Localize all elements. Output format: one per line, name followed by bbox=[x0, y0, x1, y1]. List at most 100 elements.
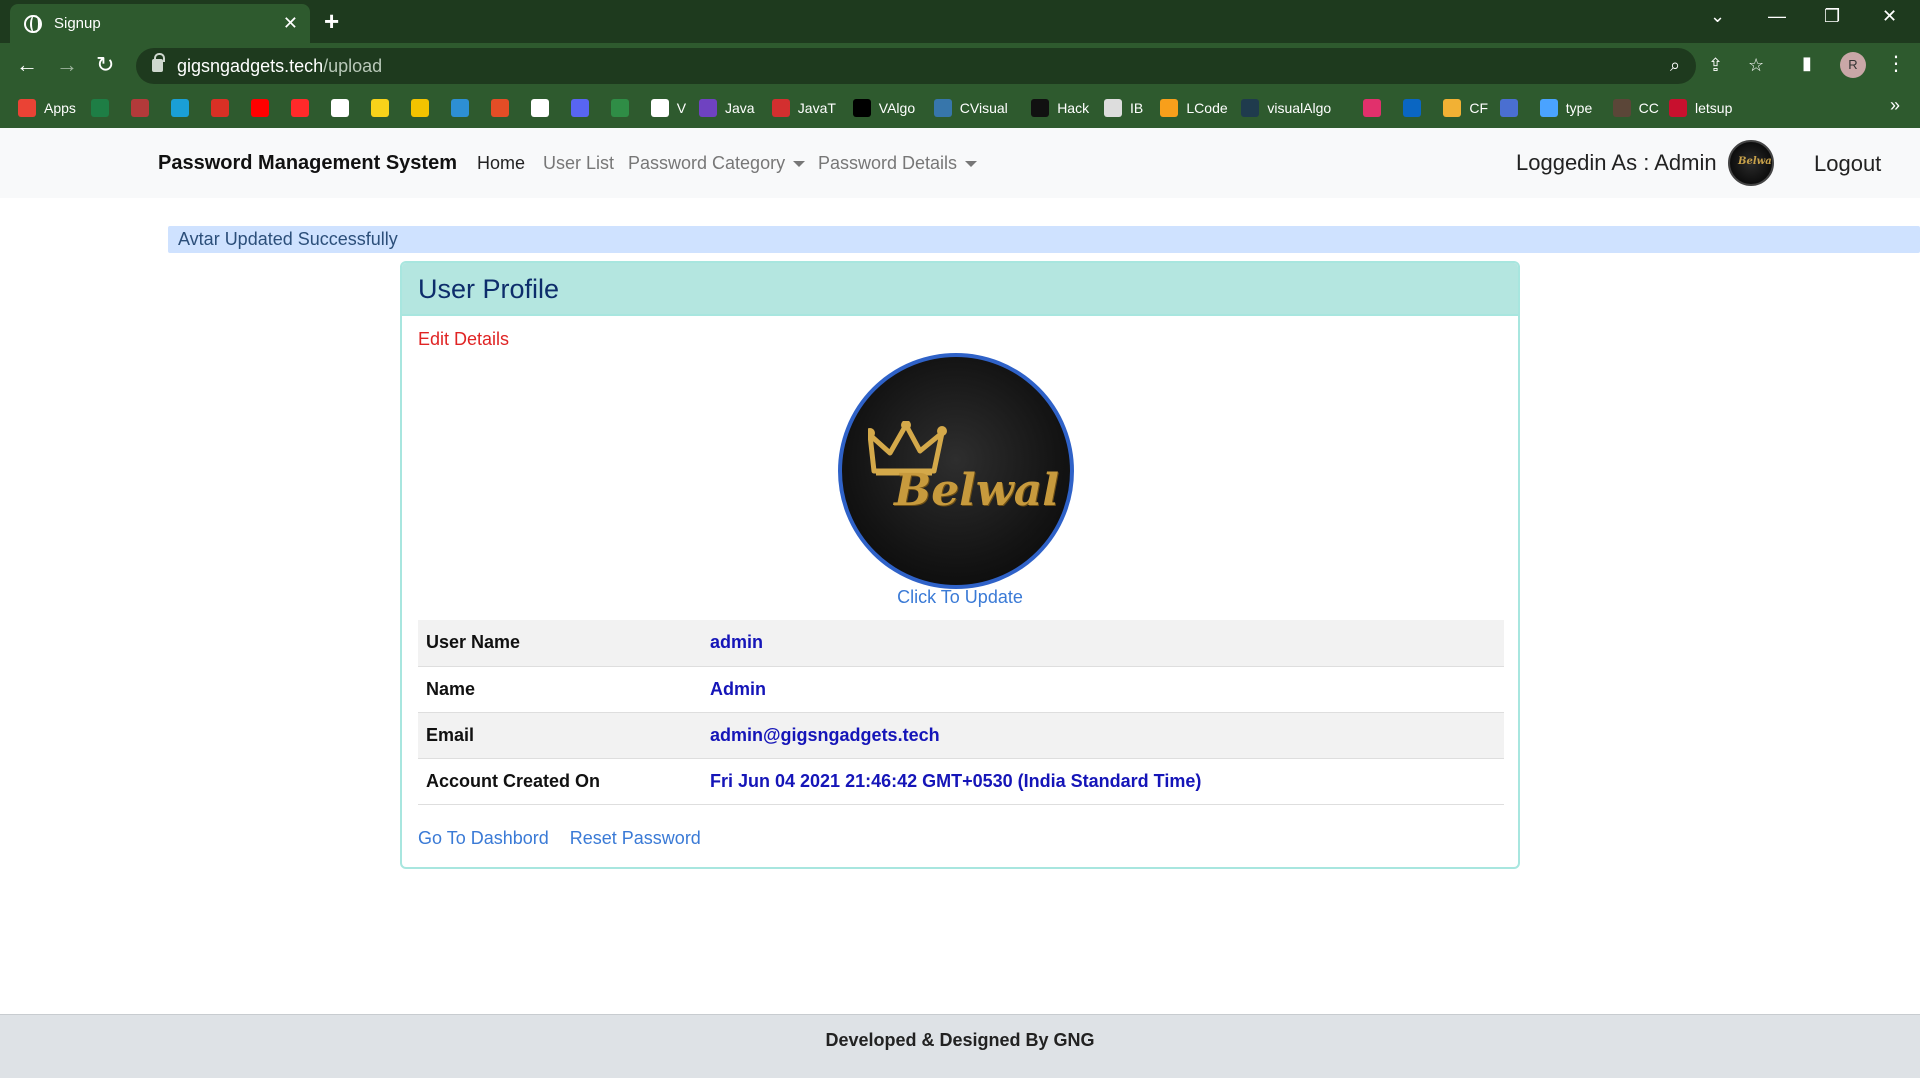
logout-link[interactable]: Logout bbox=[1814, 151, 1881, 177]
hackerrank-icon bbox=[1031, 99, 1050, 117]
bookmark-p-logo[interactable] bbox=[170, 96, 189, 120]
bookmark-valgo[interactable]: VAlgo bbox=[852, 96, 915, 120]
side-panel-icon[interactable]: ▮ bbox=[1802, 53, 1812, 74]
bookmark-label: LCode bbox=[1186, 100, 1228, 116]
bookmark-cf[interactable]: CF bbox=[1443, 96, 1488, 120]
zoom-icon[interactable]: ⌕ bbox=[1670, 55, 1680, 76]
card-footer-links: Go To Dashbord Reset Password bbox=[418, 828, 717, 849]
bookmark-label: CC bbox=[1638, 100, 1659, 116]
codechef-icon bbox=[1612, 99, 1631, 117]
bookmark-lcode[interactable]: LCode bbox=[1160, 96, 1228, 120]
bookmark-flipkart[interactable] bbox=[370, 96, 389, 120]
reset-password-link[interactable]: Reset Password bbox=[570, 828, 701, 848]
bookmark-amazon[interactable] bbox=[330, 96, 349, 120]
card-title: User Profile bbox=[402, 263, 1518, 316]
nav-password-details[interactable]: Password Details bbox=[818, 153, 978, 174]
bookmark-label: V bbox=[676, 100, 687, 116]
close-tab-icon[interactable]: ✕ bbox=[283, 13, 298, 34]
tab-search-icon[interactable]: ⌄ bbox=[1710, 6, 1725, 27]
back-button[interactable]: ← bbox=[16, 52, 38, 78]
bookmark-label: CF bbox=[1469, 100, 1489, 116]
bookmark-link[interactable] bbox=[1499, 96, 1518, 120]
nav-avatar-logo-text: Belwal bbox=[1738, 156, 1774, 167]
bookmark-visualalgo[interactable]: visualAlgo bbox=[1241, 96, 1331, 120]
lock-icon[interactable] bbox=[152, 53, 165, 72]
profile-avatar-image[interactable]: Belwal bbox=[838, 353, 1074, 589]
nav-password-category[interactable]: Password Category bbox=[628, 153, 806, 174]
bookmark-type[interactable]: type bbox=[1539, 96, 1592, 120]
nav-password-category-label: Password Category bbox=[628, 153, 786, 173]
profile-details-table: User Name admin Name Admin Email admin@g… bbox=[418, 620, 1504, 805]
letsup-icon bbox=[1669, 99, 1687, 117]
forward-button[interactable]: → bbox=[56, 52, 78, 78]
table-row: Name Admin bbox=[418, 666, 1504, 713]
bookmark-apps[interactable]: Apps bbox=[18, 96, 76, 120]
bookmark-v[interactable]: V bbox=[650, 96, 687, 120]
close-window-button[interactable]: ✕ bbox=[1882, 6, 1897, 27]
bookmarks-bar: » Apps V Java JavaT VAlgo CVisual Hack IB LCode v… bbox=[0, 88, 1920, 128]
bookmark-javat[interactable]: JavaT bbox=[771, 96, 836, 120]
youtube-music-icon bbox=[290, 99, 309, 117]
menu-icon[interactable]: ⋮ bbox=[1886, 51, 1906, 76]
restore-button[interactable]: ❐ bbox=[1824, 6, 1840, 27]
globe-icon bbox=[24, 14, 42, 33]
bookmark-gmail[interactable] bbox=[210, 96, 229, 120]
reload-button[interactable]: ↻ bbox=[96, 52, 114, 78]
avatar-logo-text: Belwal bbox=[894, 465, 1059, 516]
bookmark-letsup[interactable]: letsup bbox=[1669, 96, 1732, 120]
url-text[interactable]: gigsngadgets.tech/upload bbox=[177, 56, 382, 77]
tab-title: Signup bbox=[54, 15, 101, 32]
youtube-icon bbox=[250, 99, 269, 117]
address-bar[interactable]: gigsngadgets.tech/upload ⌕ ⇪ ☆ bbox=[136, 48, 1764, 84]
new-tab-button[interactable]: + bbox=[324, 6, 339, 37]
bookmark-java[interactable]: Java bbox=[699, 96, 755, 120]
gfg-icon bbox=[610, 99, 629, 117]
bookmark-umbrella[interactable] bbox=[130, 96, 149, 120]
bookmark-cvisual[interactable]: CVisual bbox=[933, 96, 1008, 120]
nav-password-details-label: Password Details bbox=[818, 153, 958, 173]
bookmark-code[interactable] bbox=[490, 96, 509, 120]
nav-home[interactable]: Home bbox=[477, 153, 525, 174]
bookmark-star-icon[interactable]: ☆ bbox=[1748, 55, 1764, 76]
edit-details-link[interactable]: Edit Details bbox=[418, 329, 509, 350]
leetcode-icon bbox=[1160, 99, 1179, 117]
bookmark-label: CVisual bbox=[959, 100, 1008, 116]
link-icon bbox=[1499, 99, 1518, 117]
mountain-icon bbox=[1104, 99, 1122, 117]
profile-avatar[interactable]: R bbox=[1840, 52, 1866, 78]
bookmark-ib[interactable]: IB bbox=[1104, 96, 1143, 120]
bookmark-linkedin[interactable] bbox=[1403, 96, 1422, 120]
nav-user-list[interactable]: User List bbox=[543, 153, 614, 174]
bookmark-excel[interactable] bbox=[90, 96, 109, 120]
bookmark-p-yellow[interactable] bbox=[410, 96, 429, 120]
minimize-button[interactable]: — bbox=[1768, 6, 1786, 27]
bookmark-cc[interactable]: CC bbox=[1612, 96, 1659, 120]
go-to-dashboard-link[interactable]: Go To Dashbord bbox=[418, 828, 549, 848]
share-icon[interactable]: ⇪ bbox=[1708, 55, 1723, 76]
bookmark-discord[interactable] bbox=[570, 96, 589, 120]
bookmark-label: visualAlgo bbox=[1267, 100, 1332, 116]
row-value: admin bbox=[710, 620, 1504, 667]
browser-tab[interactable]: Signup ✕ bbox=[10, 4, 310, 43]
bookmark-youtube-music[interactable] bbox=[290, 96, 309, 120]
more-bookmarks-icon[interactable]: » bbox=[1890, 95, 1900, 116]
instagram-icon bbox=[1363, 99, 1382, 117]
bookmark-arrow[interactable] bbox=[450, 96, 469, 120]
typing-icon bbox=[1539, 99, 1558, 117]
table-row: Email admin@gigsngadgets.tech bbox=[418, 712, 1504, 759]
row-label: Name bbox=[418, 666, 710, 713]
bookmark-instagram[interactable] bbox=[1363, 96, 1382, 120]
brand[interactable]: Password Management System bbox=[158, 152, 457, 175]
flipkart-icon bbox=[370, 99, 389, 117]
nav-avatar[interactable]: Belwal bbox=[1728, 140, 1774, 186]
bookmark-label: letsup bbox=[1695, 100, 1733, 116]
row-label: Email bbox=[418, 712, 710, 759]
bookmark-hack[interactable]: Hack bbox=[1031, 96, 1089, 120]
bookmark-github[interactable] bbox=[530, 96, 549, 120]
bookmark-gfg[interactable] bbox=[610, 96, 629, 120]
click-to-update-text[interactable]: Click To Update bbox=[897, 587, 1023, 607]
bookmark-youtube[interactable] bbox=[250, 96, 269, 120]
bookmark-label: Apps bbox=[44, 100, 76, 116]
linkedin-icon bbox=[1403, 99, 1422, 117]
discord-icon bbox=[570, 99, 589, 117]
